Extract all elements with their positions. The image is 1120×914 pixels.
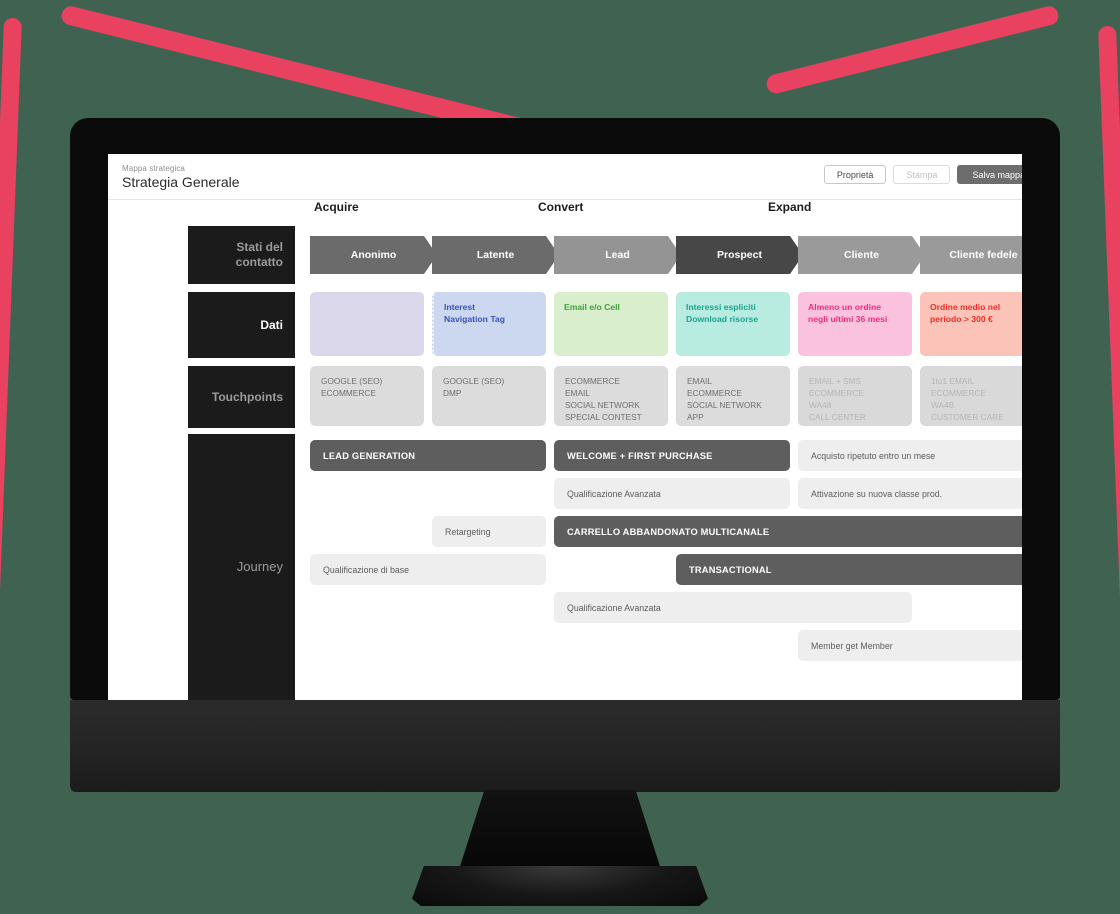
journey-bar-3[interactable]: Qualificazione Avanzata (554, 478, 790, 509)
journey-bar-6[interactable]: CARRELLO ABBANDONATO MULTICANALE (554, 516, 1022, 547)
phase-heading-expand: Expand (768, 200, 812, 214)
stage-chevron-lead[interactable]: Lead (554, 236, 681, 274)
dati-card-0[interactable] (310, 292, 424, 356)
journey-bar-1[interactable]: WELCOME + FIRST PURCHASE (554, 440, 790, 471)
stage-chevron-latente[interactable]: Latente (432, 236, 559, 274)
stage-chevron-prospect[interactable]: Prospect (676, 236, 803, 274)
page-title: Strategia Generale (122, 173, 240, 190)
monitor-stand-base (412, 866, 708, 906)
monitor-bezel: Mappa strategica Strategia Generale Prop… (70, 118, 1060, 700)
stage-chevron-cliente[interactable]: Cliente (798, 236, 925, 274)
dati-card-4[interactable]: Almeno un ordine negli ultimi 36 mesi (798, 292, 912, 356)
touchpoint-card-1[interactable]: GOOGLE (SEO) DMP (432, 366, 546, 426)
header-button-salva-mappa[interactable]: Salva mappa (957, 165, 1022, 184)
journey-bar-2[interactable]: Acquisto ripetuto entro un mese (798, 440, 1022, 471)
header-actions: Proprietà Stampa Salva mappa (823, 165, 1022, 184)
title-block: Mappa strategica Strategia Generale (122, 164, 240, 190)
screen-content: Mappa strategica Strategia Generale Prop… (108, 154, 1022, 700)
stage-chevron-anonimo[interactable]: Anonimo (310, 236, 437, 274)
dati-card-1[interactable]: Interest Navigation Tag (432, 292, 546, 356)
stage-chevron-cliente-fedele[interactable]: Cliente fedele (920, 236, 1022, 274)
dati-card-5[interactable]: Ordine medio nel periodo > 300 € (920, 292, 1022, 356)
dati-card-3[interactable]: Interessi espliciti Download risorse (676, 292, 790, 356)
journey-bar-9[interactable]: Qualificazione Avanzata (554, 592, 912, 623)
touchpoint-card-2[interactable]: ECOMMERCE EMAIL SOCIAL NETWORK SPECIAL C… (554, 366, 668, 426)
phase-heading-acquire: Acquire (314, 200, 359, 214)
dati-card-2[interactable]: Email e/o Cell (554, 292, 668, 356)
journey-bar-4[interactable]: Attivazione su nuova classe prod. (798, 478, 1022, 509)
monitor-chin (70, 700, 1060, 792)
decorative-stroke-left (0, 17, 22, 638)
app-header: Mappa strategica Strategia Generale Prop… (108, 154, 1022, 200)
journey-bar-8[interactable]: TRANSACTIONAL (676, 554, 1022, 585)
decorative-stroke-right-arc (764, 4, 1061, 96)
decorative-stroke-right (1098, 25, 1120, 646)
breadcrumb-eyebrow: Mappa strategica (122, 163, 185, 173)
header-button-stampa[interactable]: Stampa (893, 165, 951, 184)
journey-bar-5[interactable]: Retargeting (432, 516, 546, 547)
strategy-board: Acquire Convert Expand Stati del contatto Da… (108, 200, 1022, 700)
journey-bar-7[interactable]: Qualificazione di base (310, 554, 546, 585)
header-button-propriet[interactable]: Proprietà (823, 165, 887, 184)
touchpoint-card-5[interactable]: 1to1 EMAIL ECOMMERCE WA4B CUSTOMER CARE (920, 366, 1022, 426)
row-label-stati: Stati del contatto (188, 226, 295, 284)
journey-bar-0[interactable]: LEAD GENERATION (310, 440, 546, 471)
touchpoint-card-0[interactable]: GOOGLE (SEO) ECOMMERCE (310, 366, 424, 426)
row-label-journey: Journey (188, 434, 295, 700)
touchpoint-card-3[interactable]: EMAIL ECOMMERCE SOCIAL NETWORK APP (676, 366, 790, 426)
journey-bar-10[interactable]: Member get Member (798, 630, 1022, 661)
touchpoint-card-4[interactable]: EMAIL + SMS ECOMMERCE WA48 CALL CENTER (798, 366, 912, 426)
phase-heading-convert: Convert (538, 200, 584, 214)
row-label-touchpoints: Touchpoints (188, 366, 295, 428)
row-label-dati: Dati (188, 292, 295, 358)
